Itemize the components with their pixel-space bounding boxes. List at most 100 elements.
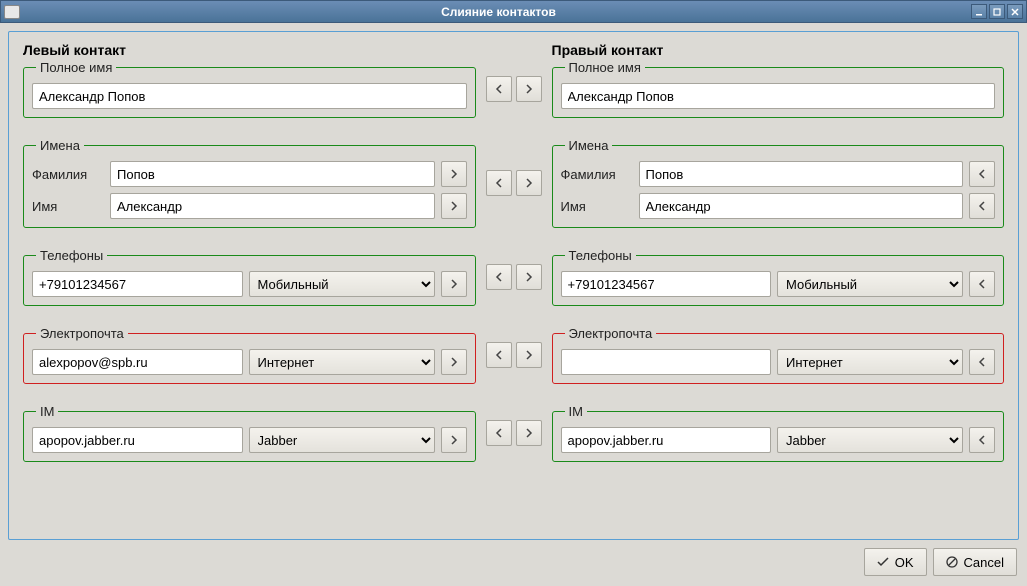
right-im-group: IM Jabber	[552, 404, 1005, 462]
move-left-button[interactable]	[486, 76, 512, 102]
chevron-right-icon	[525, 428, 533, 438]
fieldset-legend: IM	[36, 404, 58, 419]
content-frame: Левый контакт Правый контакт Полное имя	[8, 31, 1019, 540]
push-left-button[interactable]	[969, 349, 995, 375]
fieldset-legend: IM	[565, 404, 587, 419]
push-right-button[interactable]	[441, 193, 467, 219]
left-fullname-input[interactable]	[32, 83, 467, 109]
left-fullname-group: Полное имя	[23, 60, 476, 118]
left-phone-type-select[interactable]: Мобильный	[249, 271, 435, 297]
chevron-left-icon	[978, 201, 986, 211]
minimize-icon	[975, 8, 983, 16]
push-right-button[interactable]	[441, 427, 467, 453]
right-surname-input[interactable]	[639, 161, 964, 187]
window-title: Слияние контактов	[26, 5, 971, 19]
titlebar: Слияние контактов	[0, 0, 1027, 23]
ok-label: OK	[895, 555, 914, 570]
fieldset-legend: Имена	[565, 138, 613, 153]
close-icon	[1011, 8, 1019, 16]
move-right-button[interactable]	[516, 170, 542, 196]
firstname-label: Имя	[561, 199, 633, 214]
firstname-label: Имя	[32, 199, 104, 214]
surname-label: Фамилия	[32, 167, 104, 182]
right-firstname-input[interactable]	[639, 193, 964, 219]
cancel-button[interactable]: Cancel	[933, 548, 1017, 576]
chevron-left-icon	[978, 279, 986, 289]
move-right-button[interactable]	[516, 264, 542, 290]
maximize-icon	[993, 8, 1001, 16]
close-button[interactable]	[1007, 4, 1023, 19]
left-im-input[interactable]	[32, 427, 243, 453]
push-right-button[interactable]	[441, 349, 467, 375]
right-names-group: Имена Фамилия Имя	[552, 138, 1005, 228]
move-right-button[interactable]	[516, 342, 542, 368]
right-phones-group: Телефоны Мобильный	[552, 248, 1005, 306]
left-im-group: IM Jabber	[23, 404, 476, 462]
chevron-right-icon	[525, 84, 533, 94]
check-icon	[877, 557, 889, 567]
push-right-button[interactable]	[441, 161, 467, 187]
right-phone-input[interactable]	[561, 271, 772, 297]
fieldset-legend: Полное имя	[36, 60, 116, 75]
fieldset-legend: Электропочта	[36, 326, 128, 341]
left-column-title: Левый контакт	[23, 42, 476, 58]
chevron-left-icon	[495, 84, 503, 94]
minimize-button[interactable]	[971, 4, 987, 19]
window-controls	[971, 4, 1023, 19]
right-im-input[interactable]	[561, 427, 772, 453]
push-left-button[interactable]	[969, 161, 995, 187]
ok-button[interactable]: OK	[864, 548, 927, 576]
chevron-left-icon	[495, 428, 503, 438]
app-icon	[4, 5, 20, 19]
left-names-group: Имена Фамилия Имя	[23, 138, 476, 228]
move-left-button[interactable]	[486, 420, 512, 446]
chevron-right-icon	[450, 357, 458, 367]
chevron-right-icon	[525, 350, 533, 360]
left-email-input[interactable]	[32, 349, 243, 375]
cancel-label: Cancel	[964, 555, 1004, 570]
left-im-type-select[interactable]: Jabber	[249, 427, 435, 453]
move-left-button[interactable]	[486, 342, 512, 368]
push-left-button[interactable]	[969, 427, 995, 453]
chevron-right-icon	[450, 201, 458, 211]
move-left-button[interactable]	[486, 264, 512, 290]
push-right-button[interactable]	[441, 271, 467, 297]
left-email-group: Электропочта Интернет	[23, 326, 476, 384]
chevron-left-icon	[495, 350, 503, 360]
left-email-type-select[interactable]: Интернет	[249, 349, 435, 375]
right-fullname-input[interactable]	[561, 83, 996, 109]
chevron-left-icon	[978, 169, 986, 179]
move-right-button[interactable]	[516, 76, 542, 102]
chevron-left-icon	[978, 357, 986, 367]
footer: OK Cancel	[8, 540, 1019, 578]
chevron-right-icon	[450, 279, 458, 289]
left-phone-input[interactable]	[32, 271, 243, 297]
right-column-title: Правый контакт	[552, 42, 1005, 58]
surname-label: Фамилия	[561, 167, 633, 182]
chevron-left-icon	[978, 435, 986, 445]
right-email-group: Электропочта Интернет	[552, 326, 1005, 384]
chevron-right-icon	[450, 435, 458, 445]
cancel-icon	[946, 556, 958, 568]
push-left-button[interactable]	[969, 271, 995, 297]
chevron-right-icon	[525, 272, 533, 282]
right-email-input[interactable]	[561, 349, 772, 375]
left-surname-input[interactable]	[110, 161, 435, 187]
fieldset-legend: Имена	[36, 138, 84, 153]
right-im-type-select[interactable]: Jabber	[777, 427, 963, 453]
fieldset-legend: Электропочта	[565, 326, 657, 341]
left-firstname-input[interactable]	[110, 193, 435, 219]
right-phone-type-select[interactable]: Мобильный	[777, 271, 963, 297]
move-right-button[interactable]	[516, 420, 542, 446]
chevron-left-icon	[495, 272, 503, 282]
right-email-type-select[interactable]: Интернет	[777, 349, 963, 375]
push-left-button[interactable]	[969, 193, 995, 219]
left-phones-group: Телефоны Мобильный	[23, 248, 476, 306]
right-fullname-group: Полное имя	[552, 60, 1005, 118]
fieldset-legend: Телефоны	[36, 248, 107, 263]
fieldset-legend: Телефоны	[565, 248, 636, 263]
maximize-button[interactable]	[989, 4, 1005, 19]
fieldset-legend: Полное имя	[565, 60, 645, 75]
chevron-left-icon	[495, 178, 503, 188]
move-left-button[interactable]	[486, 170, 512, 196]
